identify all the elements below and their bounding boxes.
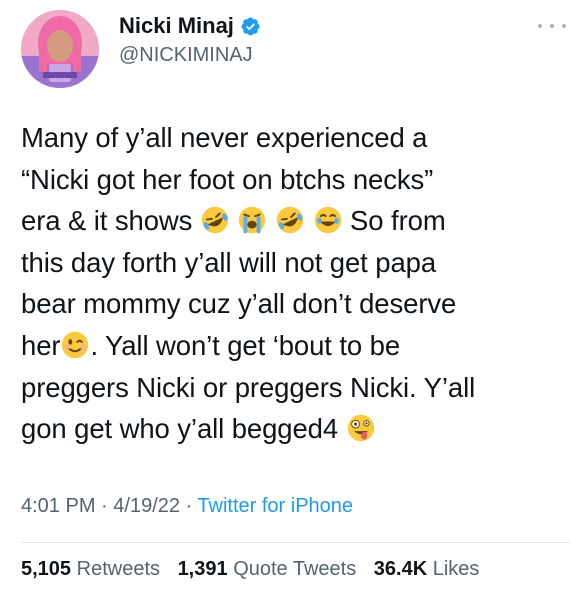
zany-emoji-icon bbox=[347, 414, 374, 442]
tweet-meta: 4:01 PM · 4/19/22 · Twitter for iPhone bbox=[21, 493, 353, 519]
verified-badge-icon bbox=[241, 17, 260, 35]
winking-emoji-icon bbox=[62, 331, 89, 359]
tweet-date[interactable]: 4/19/22 bbox=[113, 495, 180, 517]
tweet-line: gon get who y’all begged4 bbox=[21, 408, 569, 450]
quote-tweets-count: 1,391 bbox=[177, 558, 228, 580]
likes-count: 36.4K bbox=[373, 558, 428, 580]
tweet-line: “Nicki got her foot on btchs necks” bbox=[21, 163, 434, 195]
likes-stat[interactable]: 36.4K Likes bbox=[374, 558, 480, 580]
joy-emoji-icon bbox=[314, 206, 341, 234]
author-handle[interactable]: @NICKIMINAJ bbox=[119, 42, 261, 68]
more-options-icon[interactable] bbox=[538, 16, 566, 36]
retweets-label: Retweets bbox=[76, 558, 160, 580]
tweet-time[interactable]: 4:01 PM bbox=[21, 495, 95, 517]
retweets-stat[interactable]: 5,105 Retweets bbox=[21, 558, 160, 580]
tweet-stats: 5,105 Retweets 1,391 Quote Tweets 36.4K … bbox=[21, 556, 491, 582]
tweet-line: era & it shows So from bbox=[21, 200, 569, 242]
loudly-crying-emoji-icon bbox=[239, 206, 266, 234]
divider bbox=[21, 542, 570, 543]
rofl-emoji-icon bbox=[201, 206, 229, 234]
tweet-line: preggers Nicki or preggers Nicki. Y’all bbox=[21, 371, 476, 403]
avatar-image bbox=[21, 10, 99, 88]
tweet-header: Nicki Minaj @NICKIMINAJ bbox=[21, 10, 566, 90]
tweet-source-link[interactable]: Twitter for iPhone bbox=[197, 495, 353, 517]
tweet-line: Many of y’all never experienced a bbox=[21, 122, 428, 153]
meta-separator: · bbox=[95, 495, 114, 517]
likes-label: Likes bbox=[432, 558, 480, 580]
author-block: Nicki Minaj @NICKIMINAJ bbox=[119, 12, 261, 68]
display-name[interactable]: Nicki Minaj bbox=[119, 12, 234, 40]
tweet-text: Many of y’all never experienced a “Nicki… bbox=[21, 117, 569, 450]
tweet-line: her . Yall won’t get ‘bout to be bbox=[21, 329, 401, 361]
tweet-line: bear mommy cuz y’all don’t deserve bbox=[21, 288, 457, 320]
tweet-line: this day forth y’all will not get papa bbox=[21, 246, 437, 278]
avatar[interactable] bbox=[21, 10, 99, 88]
meta-separator: · bbox=[180, 495, 198, 517]
quote-tweets-stat[interactable]: 1,391 Quote Tweets bbox=[178, 558, 357, 580]
quote-tweets-label: Quote Tweets bbox=[233, 558, 357, 580]
retweets-count: 5,105 bbox=[21, 558, 72, 580]
rofl-emoji-icon bbox=[276, 206, 304, 234]
